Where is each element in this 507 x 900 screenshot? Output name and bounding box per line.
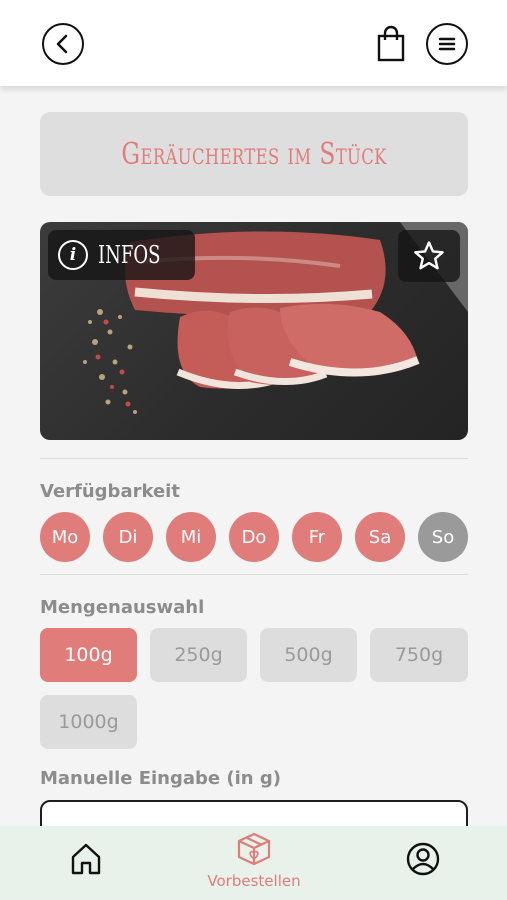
day-sa: Sa xyxy=(355,512,405,562)
availability-days: Mo Di Mi Do Fr Sa So xyxy=(40,512,468,562)
info-button[interactable]: i INFOS xyxy=(48,230,196,280)
product-image: i INFOS xyxy=(40,222,468,440)
user-icon xyxy=(406,842,440,876)
nav-profile[interactable] xyxy=(405,841,441,877)
bottom-nav: Vorbestellen xyxy=(0,826,507,900)
manual-input-label: Manuelle Eingabe (in g) xyxy=(40,768,281,789)
menu-icon xyxy=(438,37,456,51)
chevron-left-icon xyxy=(56,34,68,54)
product-title-card: Geräuchertes im Stück xyxy=(40,112,468,196)
divider xyxy=(40,458,468,459)
app-header xyxy=(0,0,507,86)
day-so: So xyxy=(418,512,468,562)
day-mo: Mo xyxy=(40,512,90,562)
day-di: Di xyxy=(103,512,153,562)
quantity-option-250g[interactable]: 250g xyxy=(150,628,247,682)
star-icon xyxy=(414,241,444,270)
box-icon xyxy=(237,832,271,866)
day-do: Do xyxy=(229,512,279,562)
menu-button[interactable] xyxy=(426,23,468,65)
nav-order-label: Vorbestellen xyxy=(207,872,301,890)
home-icon xyxy=(71,843,101,875)
favorite-button[interactable] xyxy=(398,230,460,282)
info-icon: i xyxy=(58,240,88,270)
quantity-option-500g[interactable]: 500g xyxy=(260,628,357,682)
quantity-label: Mengenauswahl xyxy=(40,597,205,618)
product-title: Geräuchertes im Stück xyxy=(121,136,387,172)
divider xyxy=(40,574,468,575)
quantity-option-1000g[interactable]: 1000g xyxy=(40,695,137,749)
quantity-option-100g[interactable]: 100g xyxy=(40,628,137,682)
quantity-option-750g[interactable]: 750g xyxy=(370,628,468,682)
day-mi: Mi xyxy=(166,512,216,562)
cart-button[interactable] xyxy=(376,25,406,63)
day-fr: Fr xyxy=(292,512,342,562)
info-label: INFOS xyxy=(98,241,161,269)
nav-order[interactable]: Vorbestellen xyxy=(190,832,318,894)
shopping-bag-icon xyxy=(377,25,405,62)
back-button[interactable] xyxy=(42,23,84,65)
nav-home[interactable] xyxy=(68,841,104,877)
availability-label: Verfügbarkeit xyxy=(40,481,180,502)
